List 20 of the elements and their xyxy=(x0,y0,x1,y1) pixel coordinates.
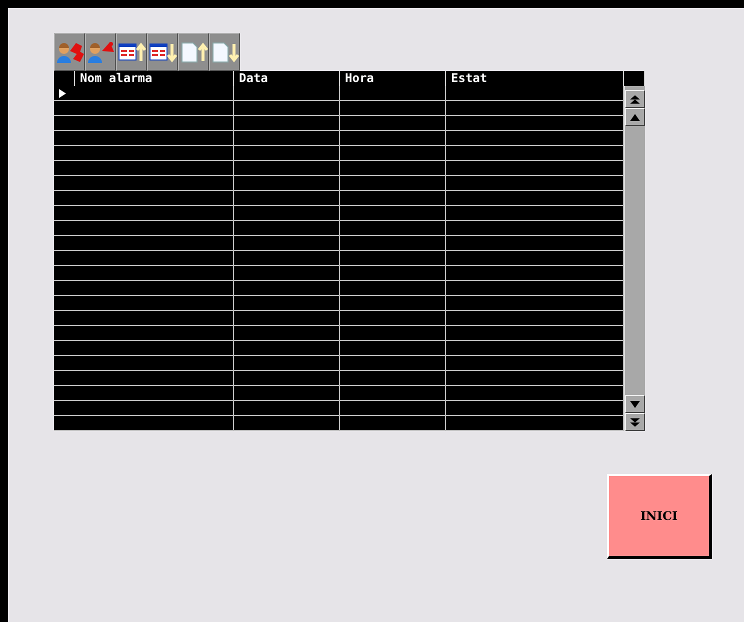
scroll-up-button[interactable] xyxy=(625,108,645,126)
row-pointer-icon xyxy=(59,88,66,98)
column-header[interactable]: Data xyxy=(234,71,340,86)
toolbar-button[interactable] xyxy=(54,33,85,71)
double-down-arrow-icon xyxy=(628,416,642,428)
column-header[interactable]: Hora xyxy=(340,71,446,86)
scrollbar[interactable] xyxy=(624,86,645,431)
alarm-person-icon xyxy=(86,39,115,65)
scroll-top-button[interactable] xyxy=(625,90,645,108)
scroll-bottom-button[interactable] xyxy=(625,413,645,431)
column-header[interactable]: Nom alarma xyxy=(75,71,234,86)
toolbar-button[interactable] xyxy=(178,33,209,71)
column-header[interactable]: Estat xyxy=(446,71,624,86)
toolbar-button[interactable] xyxy=(147,33,178,71)
scroll-down-button[interactable] xyxy=(625,395,645,413)
toolbar-button[interactable] xyxy=(85,33,116,71)
double-up-arrow-icon xyxy=(628,92,642,106)
toolbar-button[interactable] xyxy=(116,33,147,71)
toolbar-button[interactable] xyxy=(209,33,240,71)
inici-button[interactable]: INICI xyxy=(607,474,712,559)
